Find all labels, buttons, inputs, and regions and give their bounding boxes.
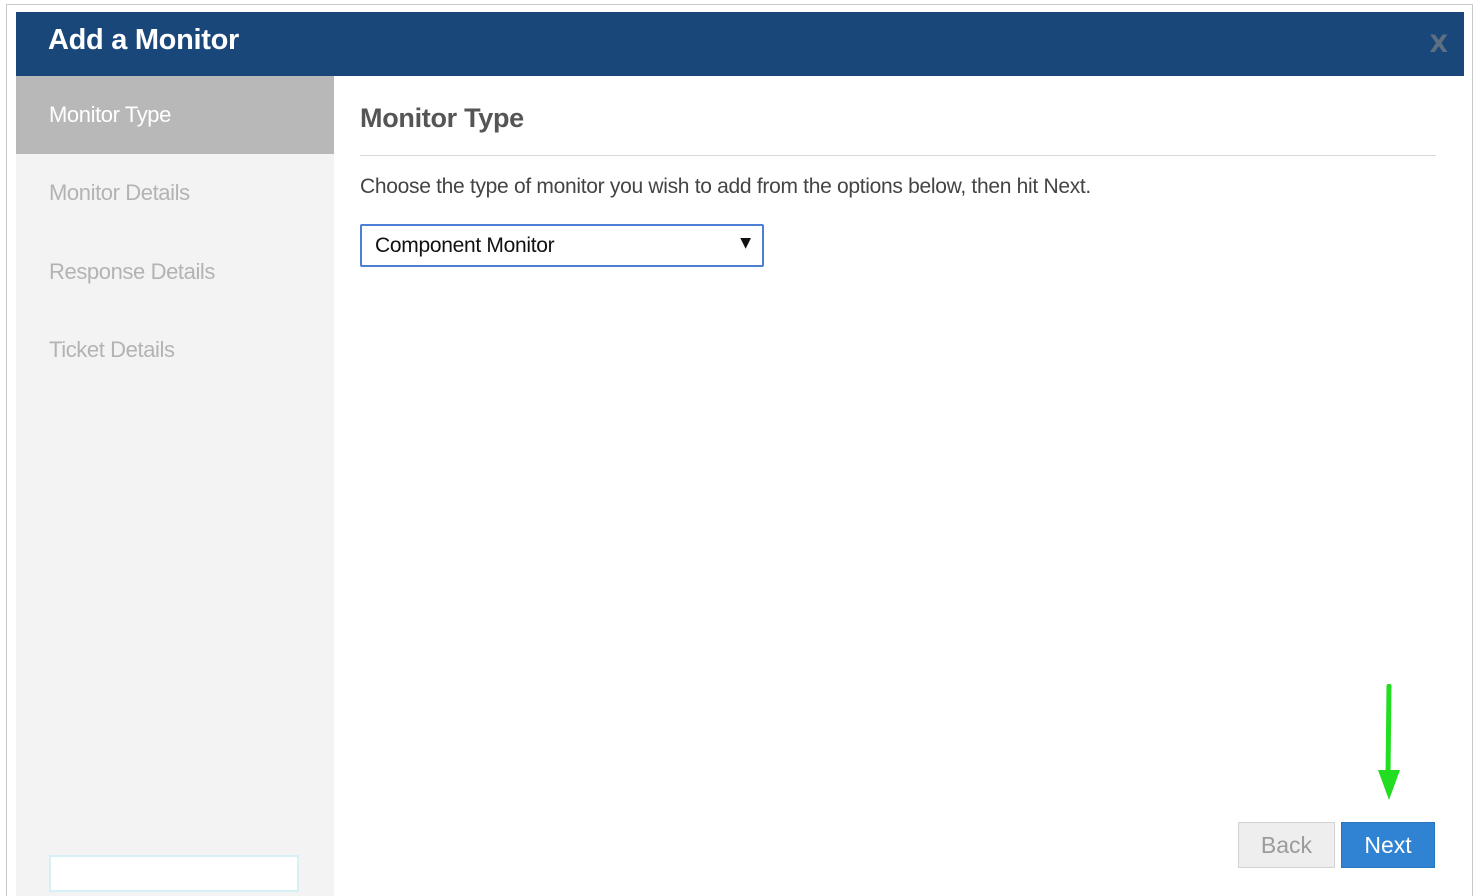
dialog-title-bar: Add a Monitor X	[16, 12, 1464, 76]
sidebar-item-ticket-details[interactable]: Ticket Details	[16, 311, 334, 389]
monitor-type-select-value: Component Monitor	[375, 234, 555, 257]
sidebar-item-monitor-type[interactable]: Monitor Type	[16, 76, 334, 154]
heading-divider	[360, 155, 1436, 156]
next-button[interactable]: Next	[1341, 822, 1435, 868]
page-title: Monitor Type	[360, 103, 524, 133]
wizard-steps-sidebar: Monitor Type Monitor Details Response De…	[16, 76, 334, 896]
back-button[interactable]: Back	[1238, 822, 1335, 868]
dialog-title: Add a Monitor	[48, 24, 240, 56]
instruction-text: Choose the type of monitor you wish to a…	[360, 175, 1091, 198]
close-icon[interactable]: X	[1429, 30, 1448, 58]
sidebar-item-response-details[interactable]: Response Details	[16, 233, 334, 311]
sidebar-empty-box	[49, 855, 299, 892]
chevron-down-icon: ▼	[740, 235, 751, 251]
sidebar-item-monitor-details[interactable]: Monitor Details	[16, 154, 334, 232]
arrow-down-icon	[1378, 684, 1400, 800]
monitor-type-select[interactable]: Component Monitor ▼	[360, 224, 764, 267]
